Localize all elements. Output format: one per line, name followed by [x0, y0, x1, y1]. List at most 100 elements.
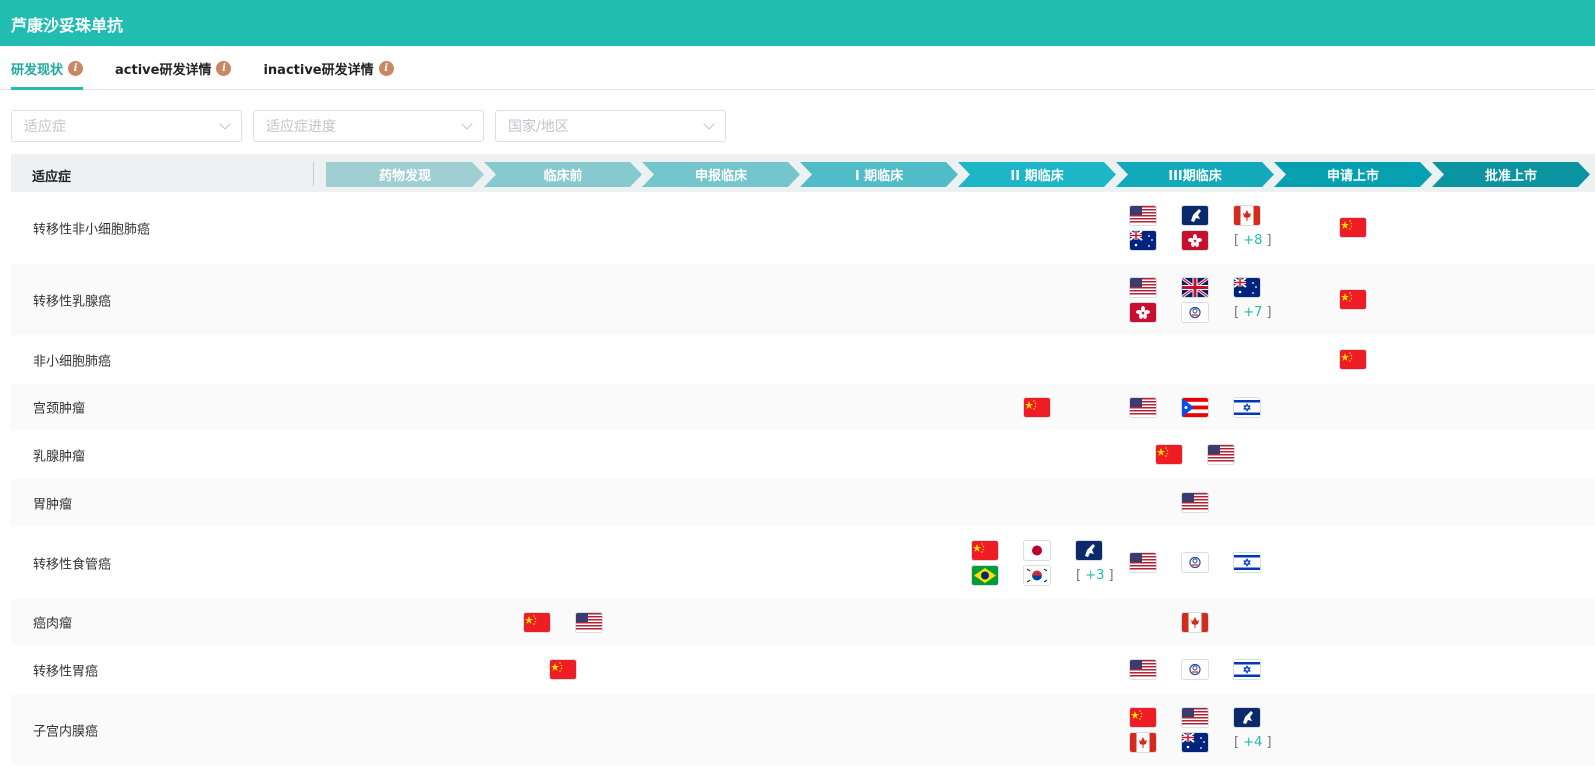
flag-us-icon[interactable] [1130, 277, 1156, 297]
flag-ca-icon[interactable] [1130, 732, 1156, 752]
flag-il-icon[interactable] [1234, 397, 1260, 417]
flag-eu-icon[interactable] [1076, 540, 1102, 560]
country-region-select[interactable]: 国家/地区 [495, 110, 726, 142]
indication-name[interactable]: 转移性胃癌 [33, 660, 98, 679]
tab-bar: 研发现状 i active研发详情 i inactive研发详情 i [0, 46, 1595, 90]
table-row: 转移性胃癌 [11, 646, 1595, 694]
phase-cell [484, 646, 642, 693]
indication-header: 适应症 [32, 170, 72, 185]
flag-eu-icon[interactable] [1234, 707, 1260, 727]
more-countries-link[interactable]: [ +7 ] [1234, 303, 1272, 322]
tab-inactive-details[interactable]: inactive研发详情 i [263, 46, 394, 90]
flag-tw-icon[interactable] [1182, 553, 1208, 572]
flag-us-icon[interactable] [1130, 553, 1156, 572]
indication-name[interactable]: 宫颈肿瘤 [33, 398, 85, 417]
flag-cn-icon[interactable] [524, 612, 550, 632]
more-countries-link[interactable]: [ +8 ] [1234, 231, 1272, 250]
table-row: 转移性乳腺癌 [ +7 ] [11, 264, 1595, 336]
flag-il-icon[interactable] [1234, 660, 1260, 679]
header-divider [313, 162, 314, 186]
flag-hk-icon[interactable] [1182, 230, 1208, 250]
flag-us-icon[interactable] [1130, 205, 1156, 225]
chevron-down-icon [219, 118, 231, 130]
flag-cn-icon[interactable] [1340, 350, 1366, 369]
indication-name[interactable]: 乳腺肿瘤 [33, 445, 85, 464]
flag-us-icon[interactable] [1208, 445, 1234, 464]
more-countries-link[interactable]: [ +4 ] [1234, 733, 1272, 752]
flag-au-icon[interactable] [1234, 277, 1260, 297]
flag-tw-icon[interactable] [1182, 302, 1208, 322]
indication-name[interactable]: 癌肉瘤 [33, 613, 72, 632]
indication-name[interactable]: 转移性乳腺癌 [33, 290, 111, 309]
phase-7: 批准上市 [1432, 162, 1590, 187]
tab-label: 研发现状 [11, 62, 64, 78]
flag-pr-icon[interactable] [1182, 397, 1208, 417]
more-countries-link[interactable]: [ +3 ] [1076, 566, 1114, 585]
phase-cell [1116, 431, 1274, 478]
flag-hk-icon[interactable] [1130, 302, 1156, 322]
phase-header: 药物发现 临床前 申报临床 I 期临床 II 期临床 III期临床 申请上市 批准上市 [326, 162, 1590, 187]
flag-us-icon[interactable] [1130, 660, 1156, 679]
table-row: 胃肿瘤 [11, 479, 1595, 527]
phase-cell [1116, 479, 1274, 526]
phase-cell: [ +7 ] [1116, 264, 1274, 335]
phase-4: II 期临床 [958, 162, 1116, 187]
flag-au-icon[interactable] [1130, 230, 1156, 250]
info-icon[interactable]: i [68, 60, 84, 76]
flag-us-icon[interactable] [1182, 707, 1208, 727]
chevron-down-icon [461, 118, 473, 130]
flag-kr-icon[interactable] [1024, 565, 1050, 585]
flag-us-icon[interactable] [1130, 397, 1156, 417]
flag-us-icon[interactable] [1182, 493, 1208, 512]
phase-cell [1116, 527, 1274, 598]
more-count: +3 [1085, 567, 1105, 583]
flag-cn-icon[interactable] [1130, 707, 1156, 727]
phase-cell: [ +3 ] [958, 527, 1116, 598]
tab-development-status[interactable]: 研发现状 i [11, 46, 84, 90]
flag-jp-icon[interactable] [1024, 540, 1050, 560]
phase-5: III期临床 [1116, 162, 1274, 187]
flag-ca-icon[interactable] [1234, 205, 1260, 225]
flag-cn-icon[interactable] [1156, 445, 1182, 464]
flag-cn-icon[interactable] [1340, 290, 1366, 309]
table-row: 转移性食管癌 [ +3 ] [11, 527, 1595, 599]
chevron-down-icon [703, 118, 715, 130]
flag-il-icon[interactable] [1234, 553, 1260, 572]
flag-us-icon[interactable] [576, 612, 602, 632]
indication-select[interactable]: 适应症 [11, 110, 242, 142]
flag-cn-icon[interactable] [1340, 218, 1366, 237]
indication-name[interactable]: 转移性非小细胞肺癌 [33, 218, 150, 237]
tab-active-details[interactable]: active研发详情 i [115, 46, 232, 90]
bracket: ] [1262, 734, 1272, 750]
phase-cell [1274, 336, 1432, 383]
flag-cn-icon[interactable] [1024, 397, 1050, 417]
phase-6: 申请上市 [1274, 162, 1432, 187]
flag-cn-icon[interactable] [550, 660, 576, 679]
flag-tw-icon[interactable] [1182, 660, 1208, 679]
bracket: ] [1104, 567, 1114, 583]
select-placeholder: 适应症进度 [266, 119, 336, 135]
table-row: 转移性非小细胞肺癌 [ +8 ] [11, 192, 1595, 264]
indication-name[interactable]: 非小细胞肺癌 [33, 350, 111, 369]
development-table: 适应症 药物发现 临床前 申报临床 I 期临床 II 期临床 III期临床 申请上市 批准上市… [11, 154, 1595, 766]
bracket: [ [1234, 734, 1244, 750]
bracket: ] [1262, 304, 1272, 320]
indication-progress-select[interactable]: 适应症进度 [253, 110, 484, 142]
flag-eu-icon[interactable] [1182, 205, 1208, 225]
phase-cell [1116, 384, 1274, 430]
indication-name[interactable]: 子宫内膜癌 [33, 720, 98, 739]
info-icon[interactable]: i [216, 60, 232, 76]
flag-au-icon[interactable] [1182, 732, 1208, 752]
info-icon[interactable]: i [378, 60, 394, 76]
indication-name[interactable]: 转移性食管癌 [33, 553, 111, 572]
flag-ca-icon[interactable] [1182, 612, 1208, 632]
phase-cell [958, 384, 1116, 430]
indication-name[interactable]: 胃肿瘤 [33, 493, 72, 512]
bracket: ] [1262, 232, 1272, 248]
flag-cn-icon[interactable] [972, 540, 998, 560]
app-title-bar: 芦康沙妥珠单抗 [0, 0, 1595, 46]
table-body: 转移性非小细胞肺癌 [ +8 ] 转移性乳腺癌 [ +7 ] 非小细胞肺癌 宫颈肿瘤乳腺肿… [11, 192, 1595, 766]
drug-title: 芦康沙妥珠单抗 [11, 16, 124, 35]
flag-br-icon[interactable] [972, 565, 998, 585]
flag-gb-icon[interactable] [1182, 277, 1208, 297]
